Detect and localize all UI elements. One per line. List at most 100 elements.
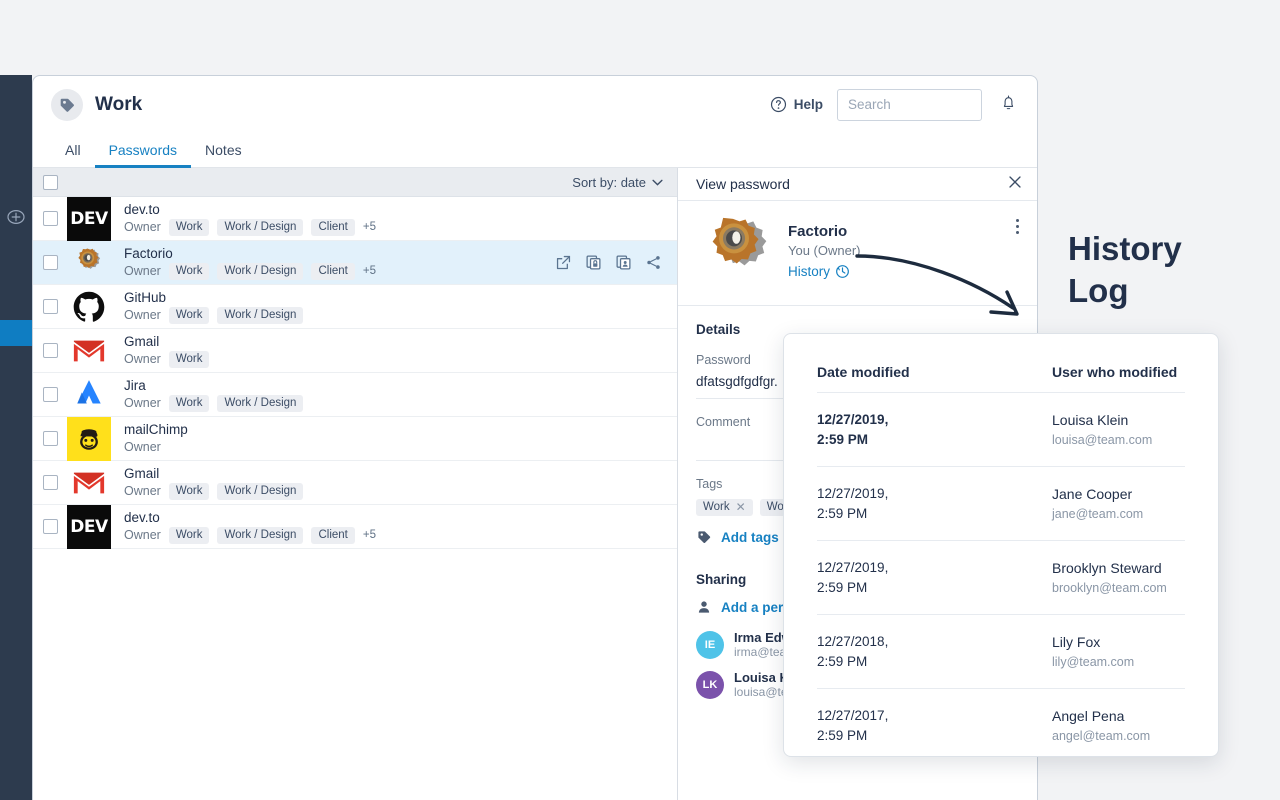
tag-icon — [698, 531, 711, 544]
row-title: dev.to — [124, 509, 160, 525]
copy-login-icon[interactable] — [615, 254, 632, 271]
help-button[interactable]: Help — [770, 96, 823, 113]
table-row[interactable]: GitHub Owner Work Work / Design — [33, 285, 677, 329]
history-user: Jane Cooper jane@team.com — [1052, 484, 1143, 524]
tab-notes[interactable]: Notes — [191, 134, 256, 168]
detail-title: View password — [696, 176, 790, 192]
row-meta: Owner Work Work / Design — [124, 394, 304, 412]
row-owner: Owner — [124, 264, 161, 278]
row-tag: Work — [168, 262, 210, 280]
history-row[interactable]: 12/27/2019, 2:59 PM Jane Cooper jane@tea… — [817, 466, 1185, 540]
row-logo — [67, 241, 111, 285]
row-logo — [67, 329, 111, 373]
more-vertical-icon[interactable] — [1012, 215, 1023, 238]
row-checkbox[interactable] — [43, 475, 58, 490]
select-all-checkbox[interactable] — [43, 174, 58, 190]
row-checkbox[interactable] — [43, 387, 58, 402]
row-tag-more: +5 — [362, 529, 376, 541]
history-date: 12/27/2018, 2:59 PM — [817, 632, 1052, 672]
row-meta: Owner Work Work / Design — [124, 306, 304, 324]
top-bar-actions: Help — [770, 88, 1025, 121]
row-tag-more: +5 — [362, 221, 376, 233]
history-row[interactable]: 12/27/2018, 2:59 PM Lily Fox lily@team.c… — [817, 614, 1185, 688]
history-user: Brooklyn Steward brooklyn@team.com — [1052, 558, 1167, 598]
row-tag: Work / Design — [217, 306, 304, 324]
history-table-header: Date modified User who modified — [817, 334, 1185, 392]
row-logo — [67, 416, 111, 461]
row-owner: Owner — [124, 220, 161, 234]
history-user-name: Brooklyn Steward — [1052, 560, 1162, 576]
list-header: Sort by: date — [33, 168, 677, 197]
history-link-label: History — [788, 264, 831, 279]
tag-icon — [60, 98, 74, 112]
sort-by-dropdown[interactable]: Sort by: date — [572, 175, 663, 190]
history-log-popup: Date modified User who modified 12/27/20… — [783, 333, 1219, 757]
tab-notes-label: Notes — [205, 141, 242, 158]
callout-line-2: Log — [1068, 272, 1129, 309]
github-logo-icon — [73, 291, 105, 322]
row-checkbox[interactable] — [43, 431, 58, 446]
tab-all[interactable]: All — [51, 134, 95, 168]
table-row[interactable]: Jira Owner Work Work / Design — [33, 373, 677, 417]
table-row[interactable]: mailChimp Owner — [33, 416, 677, 461]
row-title: GitHub — [124, 289, 167, 305]
plus-circle-icon — [7, 209, 25, 225]
mailchimp-logo-icon — [67, 416, 111, 461]
table-row[interactable]: DEV dev.to Owner Work Work / Design Clie… — [33, 504, 677, 549]
history-link[interactable]: History — [788, 264, 850, 279]
add-tags-button[interactable]: Add tags — [696, 529, 779, 545]
table-row[interactable]: Gmail Owner Work Work / Design — [33, 461, 677, 505]
notifications-button[interactable] — [996, 91, 1021, 119]
tab-passwords[interactable]: Passwords — [94, 134, 192, 168]
clock-history-icon — [836, 265, 849, 278]
open-website-icon[interactable] — [555, 254, 572, 271]
row-tag: Work — [168, 218, 210, 236]
close-icon[interactable] — [1007, 174, 1023, 195]
history-row[interactable]: 12/27/2019, 2:59 PM Louisa Klein louisa@… — [817, 392, 1185, 466]
search-box[interactable] — [837, 88, 1025, 121]
row-tag: Work — [168, 394, 210, 412]
row-checkbox[interactable] — [43, 299, 58, 314]
history-date-value: 12/27/2019, — [817, 560, 889, 575]
table-row[interactable]: Gmail Owner Work — [33, 329, 677, 373]
history-user-name: Angel Pena — [1052, 708, 1125, 724]
row-logo: DEV — [67, 504, 111, 549]
history-col-user: User who modified — [1052, 364, 1178, 380]
row-tag: Work — [168, 482, 210, 500]
row-checkbox[interactable] — [43, 211, 58, 226]
brand: Work — [51, 88, 142, 121]
row-body: dev.to Owner Work Work / Design Client +… — [124, 510, 376, 544]
row-tag-more: +5 — [362, 265, 376, 277]
history-row[interactable]: 12/27/2019, 2:59 PM Brooklyn Steward bro… — [817, 540, 1185, 614]
row-meta: Owner Work — [124, 350, 210, 368]
row-meta: Owner Work Work / Design Client +5 — [124, 526, 376, 544]
table-row-selected[interactable]: Factorio Owner Work Work / Design Client… — [33, 241, 677, 285]
row-owner: Owner — [124, 396, 161, 410]
detail-identity-body: Factorio You (Owner) History — [788, 215, 861, 287]
rail-add-button[interactable] — [0, 200, 32, 234]
row-tag: Work / Design — [217, 482, 304, 500]
dev-to-logo-icon: DEV — [67, 196, 111, 241]
row-checkbox[interactable] — [43, 519, 58, 534]
history-user-email: brooklyn@team.com — [1052, 581, 1167, 595]
screen: Work Help Search All Passwords Notes Sor… — [0, 0, 1280, 800]
row-checkbox[interactable] — [43, 343, 58, 358]
row-checkbox[interactable] — [43, 255, 58, 270]
bell-icon — [1003, 94, 1014, 109]
row-body: Factorio Owner Work Work / Design Client… — [124, 246, 376, 280]
row-title: mailChimp — [124, 421, 188, 437]
avatar: LK — [696, 671, 724, 699]
rail-active-indicator[interactable] — [0, 320, 32, 346]
remove-tag-icon[interactable]: ✕ — [736, 501, 746, 514]
history-row[interactable]: 12/27/2017, 2:59 PM Angel Pena angel@tea… — [817, 688, 1185, 756]
callout-line-1: History — [1068, 230, 1182, 267]
copy-password-icon[interactable] — [585, 254, 602, 271]
history-date-value: 12/27/2019, — [817, 412, 889, 427]
row-owner: Owner — [124, 352, 161, 366]
tab-passwords-label: Passwords — [108, 141, 178, 158]
row-body: dev.to Owner Work Work / Design Client +… — [124, 202, 376, 236]
share-icon[interactable] — [645, 254, 662, 271]
detail-tag[interactable]: Work ✕ — [696, 499, 753, 516]
table-row[interactable]: DEV dev.to Owner Work Work / Design Clie… — [33, 196, 677, 241]
help-label: Help — [793, 97, 823, 112]
